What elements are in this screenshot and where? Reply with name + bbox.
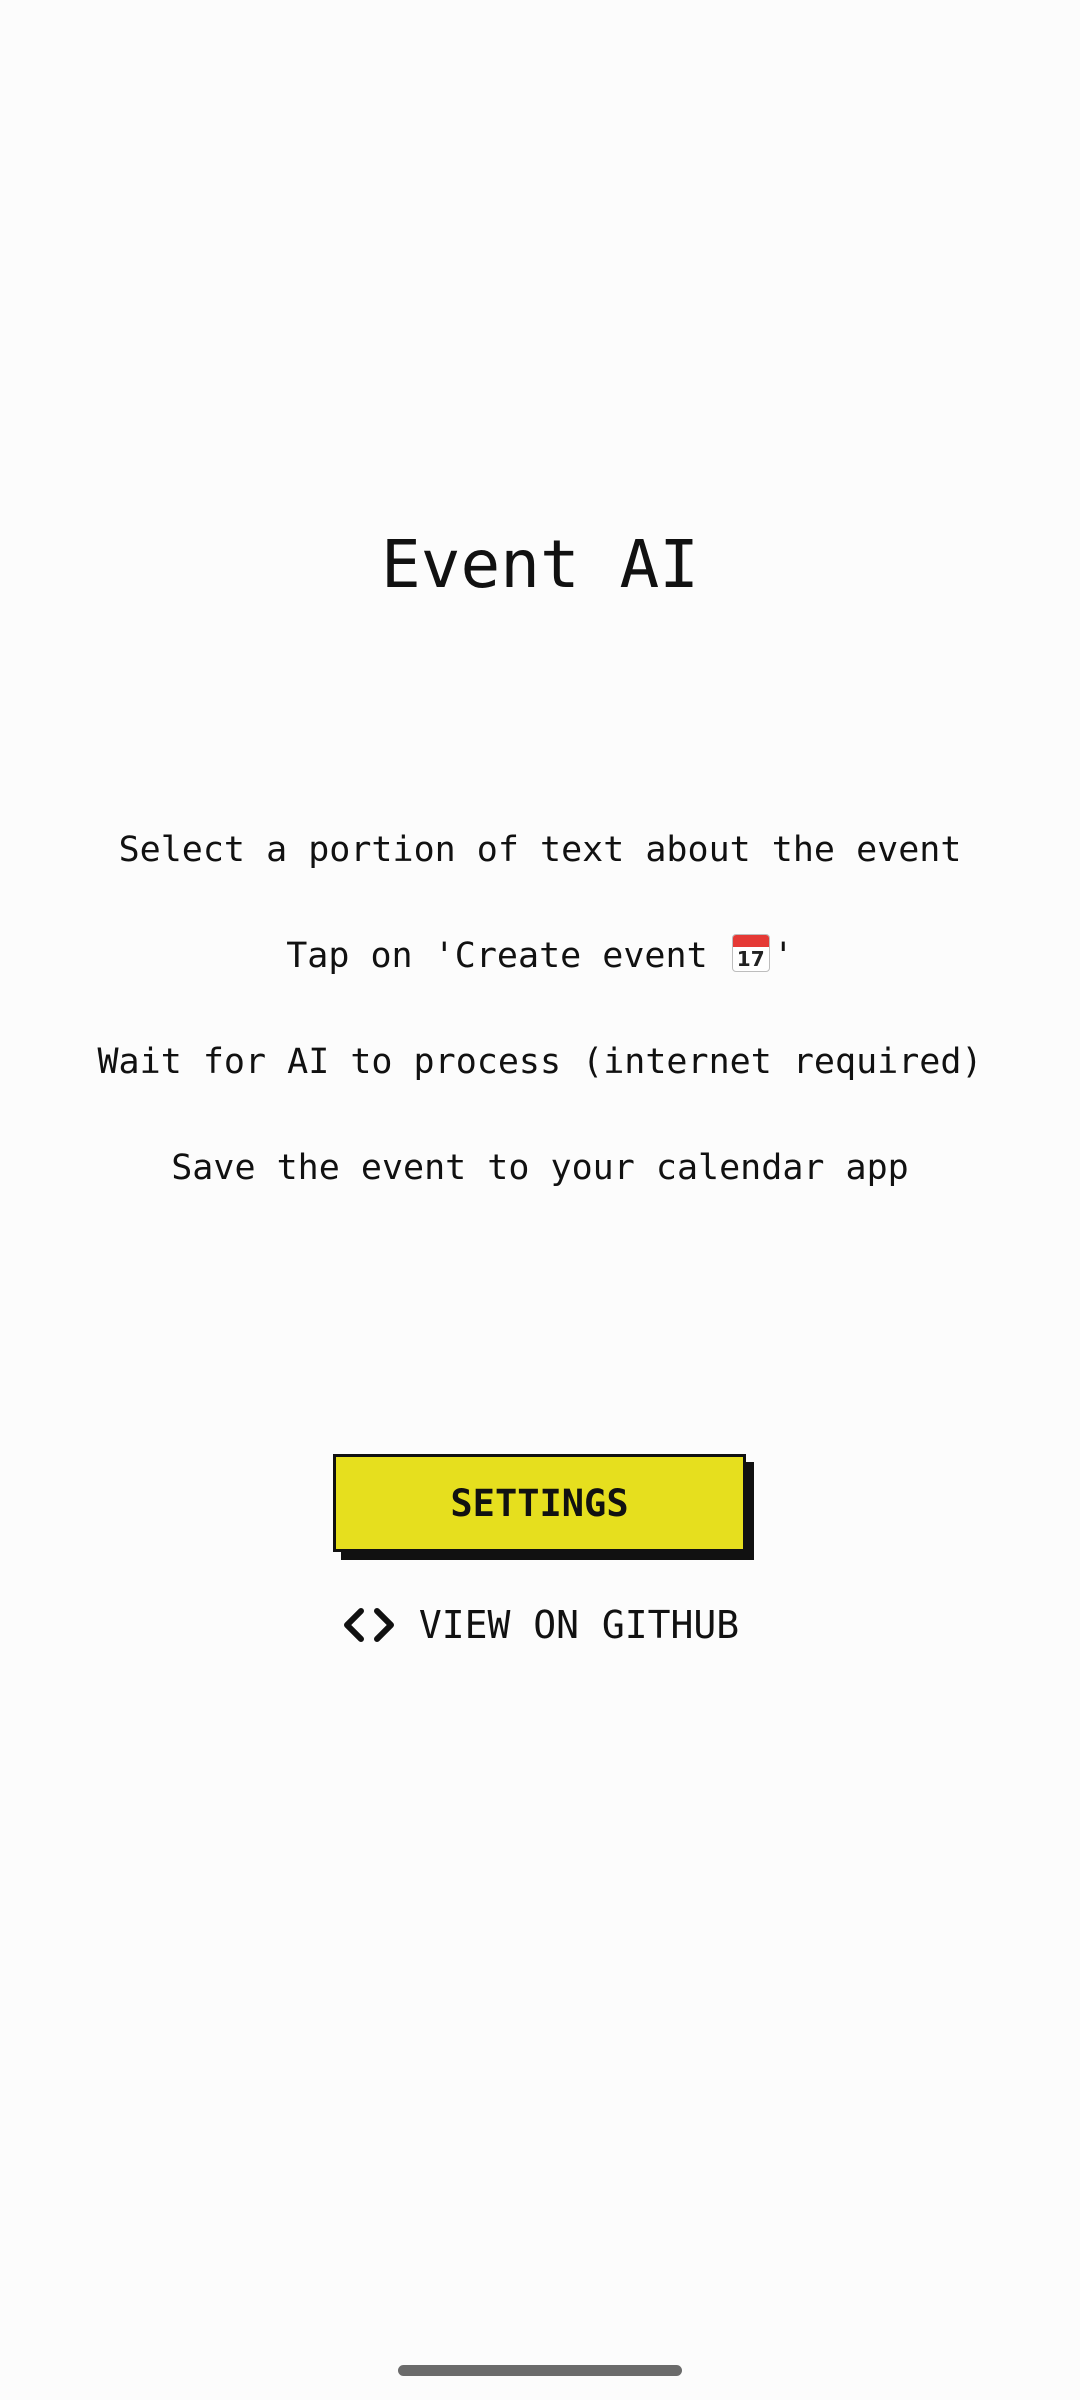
instruction-step-1: Select a portion of text about the event <box>118 830 962 870</box>
settings-button-label: SETTINGS <box>450 1481 629 1525</box>
instruction-step-3: Wait for AI to process (internet require… <box>97 1042 983 1082</box>
calendar-icon-header <box>732 935 769 947</box>
instruction-step-4: Save the event to your calendar app <box>171 1148 909 1188</box>
app-title: Event AI <box>381 526 699 603</box>
instruction-step-2: Tap on 'Create event 17 ' <box>0 926 1080 986</box>
settings-button[interactable]: SETTINGS <box>333 1454 746 1552</box>
home-gesture-bar[interactable] <box>398 2365 682 2376</box>
view-on-github-label: VIEW ON GITHUB <box>418 1603 740 1647</box>
view-on-github-link[interactable]: VIEW ON GITHUB <box>0 1595 1080 1655</box>
instruction-step-2-prefix: Tap on 'Create event <box>286 936 729 976</box>
calendar-icon: 17 <box>731 934 770 972</box>
main-screen: Event AI Select a portion of text about … <box>0 0 1080 2400</box>
code-icon <box>343 1608 394 1642</box>
instruction-list: Select a portion of text about the event… <box>0 820 1080 1244</box>
calendar-icon-day: 17 <box>736 947 765 971</box>
instruction-step-2-suffix: ' <box>772 936 794 976</box>
